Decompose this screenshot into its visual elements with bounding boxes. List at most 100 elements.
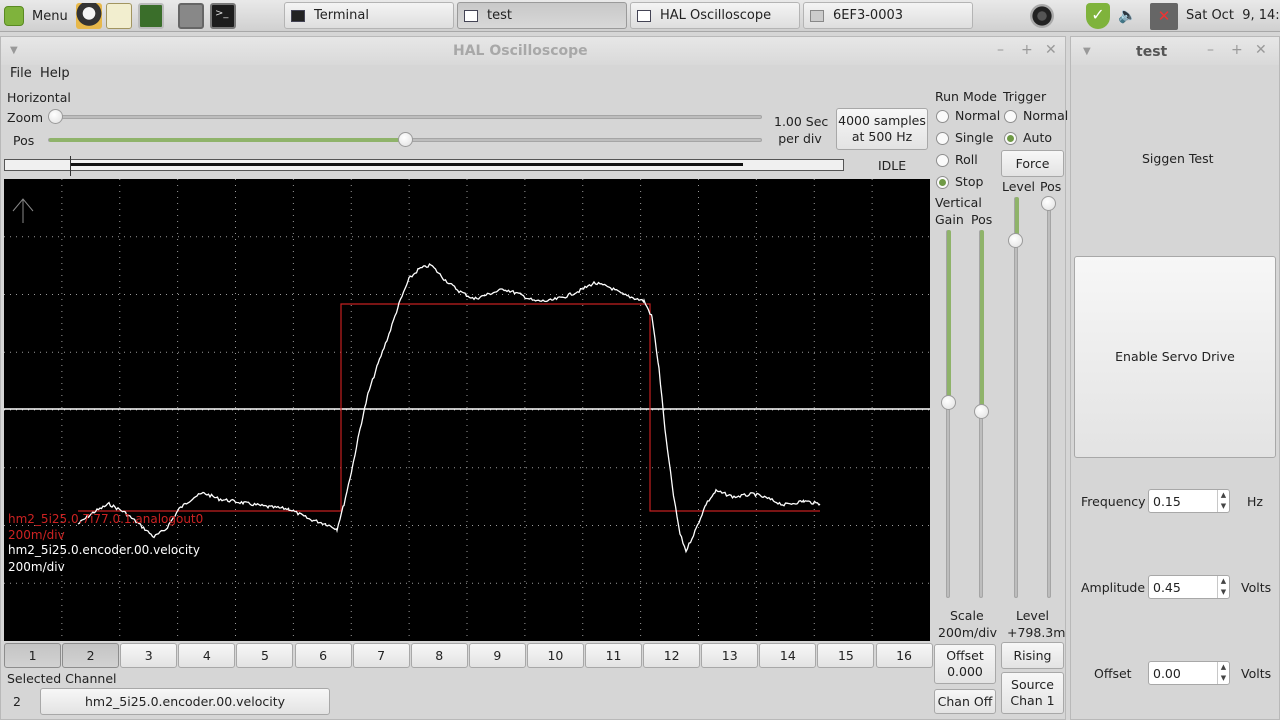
selected-channel-source-button[interactable]: hm2_5i25.0.encoder.00.velocity <box>40 688 330 715</box>
taskbar-window-hal-oscilloscope[interactable]: HAL Oscilloscope <box>630 2 800 29</box>
menu-help[interactable]: Help <box>40 66 70 81</box>
channel-12-button[interactable]: 12 <box>643 643 701 668</box>
pos-slider-knob[interactable] <box>397 132 413 147</box>
vertical-pos-slider-knob[interactable] <box>974 404 989 419</box>
amplitude-spinbox[interactable]: 0.45 ▲ ▼ <box>1148 575 1230 599</box>
channel-5-button[interactable]: 5 <box>236 643 294 668</box>
text-editor-launcher-icon[interactable] <box>106 3 132 29</box>
minimize-icon[interactable]: – <box>997 42 1004 58</box>
penguin-launcher-icon[interactable] <box>76 3 102 29</box>
channel-6-button[interactable]: 6 <box>294 643 352 668</box>
channel-2-button[interactable]: 2 <box>62 643 120 668</box>
vertical-gain-slider-knob[interactable] <box>941 395 956 410</box>
spin-arrows-icon[interactable]: ▲ ▼ <box>1217 576 1229 598</box>
run-mode-normal-label[interactable]: Normal <box>955 108 1000 123</box>
volume-icon[interactable]: 🔈 <box>1118 6 1144 26</box>
minimize-icon[interactable]: – <box>1207 42 1214 58</box>
update-manager-icon[interactable]: ✓ <box>1086 3 1110 29</box>
vertical-label: Vertical <box>935 195 982 210</box>
trigger-auto-label[interactable]: Auto <box>1023 130 1052 145</box>
channel-8-button[interactable]: 8 <box>410 643 468 668</box>
channel-1-button[interactable]: 1 <box>4 643 62 668</box>
channel-16-button[interactable]: 16 <box>875 643 933 668</box>
run-mode-single-radio[interactable] <box>936 132 949 145</box>
run-mode-normal-radio[interactable] <box>936 110 949 123</box>
window-menu-icon[interactable]: ▼ <box>1083 46 1091 57</box>
trigger-pos-slider-knob[interactable] <box>1041 196 1056 211</box>
scope-grid <box>4 179 930 641</box>
rate-line2: per div <box>778 131 822 146</box>
trigger-normal-radio[interactable] <box>1004 110 1017 123</box>
network-disconnected-icon[interactable]: ✕ <box>1150 3 1178 30</box>
trigger-level-value: +798.3m <box>1007 625 1066 640</box>
source-line2: Chan 1 <box>1010 693 1055 708</box>
show-desktop-icon[interactable] <box>178 3 204 29</box>
trigger-pos-slider-track[interactable] <box>1047 197 1051 598</box>
window-menu-icon[interactable]: ▼ <box>10 45 18 56</box>
taskbar-window-test[interactable]: test <box>457 2 627 29</box>
trigger-source-button[interactable]: Source Chan 1 <box>1001 672 1064 714</box>
close-icon[interactable]: ✕ <box>1045 42 1057 58</box>
system-monitor-launcher-icon[interactable] <box>138 3 164 29</box>
record-position-bar[interactable] <box>4 156 844 176</box>
scope-plot <box>4 179 930 641</box>
selected-channel-label: Selected Channel <box>7 671 117 686</box>
scope-window-title: HAL Oscilloscope <box>453 43 588 59</box>
taskbar-window-label: Terminal <box>314 8 369 23</box>
offset-button[interactable]: Offset 0.000 <box>934 644 996 684</box>
trigger-level-slider-knob[interactable] <box>1008 233 1023 248</box>
offset-spinbox[interactable]: 0.00 ▲ ▼ <box>1148 661 1230 685</box>
scope-titlebar[interactable]: ▼ HAL Oscilloscope – + ✕ <box>1 37 1065 65</box>
taskbar-window-terminal[interactable]: Terminal <box>284 2 454 29</box>
run-mode-roll-label[interactable]: Roll <box>955 152 978 167</box>
clock[interactable]: Sat Oct 9, 14:59 <box>1186 8 1280 23</box>
channel-15-button[interactable]: 15 <box>817 643 875 668</box>
trace-analogout <box>78 303 820 512</box>
trigger-label: Trigger <box>1003 89 1047 104</box>
channel-3-button[interactable]: 3 <box>120 643 178 668</box>
channel-7-button[interactable]: 7 <box>352 643 410 668</box>
drive-icon <box>810 9 824 22</box>
maximize-icon[interactable]: + <box>1021 42 1033 58</box>
channel-14-button[interactable]: 14 <box>759 643 817 668</box>
channel-9-button[interactable]: 9 <box>468 643 526 668</box>
zoom-slider-knob[interactable] <box>48 109 63 124</box>
frequency-spinbox[interactable]: 0.15 ▲ ▼ <box>1148 489 1230 513</box>
terminal-launcher-icon[interactable]: >_ <box>210 3 236 29</box>
channel-4-button[interactable]: 4 <box>178 643 236 668</box>
channel-11-button[interactable]: 11 <box>585 643 643 668</box>
webcam-tray-icon[interactable] <box>1030 4 1054 28</box>
spin-arrows-icon[interactable]: ▲ ▼ <box>1217 662 1229 684</box>
trigger-normal-label[interactable]: Normal <box>1023 108 1068 123</box>
record-window-indicator <box>71 163 743 166</box>
run-mode-single-label[interactable]: Single <box>955 130 993 145</box>
maximize-icon[interactable]: + <box>1231 42 1243 58</box>
trigger-edge-button[interactable]: Rising <box>1001 642 1064 669</box>
zoom-slider-track[interactable] <box>48 115 762 119</box>
time-per-div: 1.00 Sec per div <box>774 113 828 147</box>
menu-file[interactable]: File <box>10 66 32 81</box>
run-mode-roll-radio[interactable] <box>936 154 949 167</box>
enable-servo-drive-button[interactable]: Enable Servo Drive <box>1074 256 1276 458</box>
taskbar-window-drive[interactable]: 6EF3-0003 <box>803 2 973 29</box>
channel-13-button[interactable]: 13 <box>701 643 759 668</box>
close-icon[interactable]: ✕ <box>1255 42 1267 58</box>
channel-10-button[interactable]: 10 <box>526 643 584 668</box>
trigger-pos-label: Pos <box>1040 179 1062 194</box>
taskbar-window-label: test <box>487 8 512 23</box>
samples-line1: 4000 samples <box>838 113 926 128</box>
chan-off-button[interactable]: Chan Off <box>934 689 996 714</box>
force-trigger-button[interactable]: Force <box>1001 150 1064 177</box>
test-titlebar[interactable]: ▼ test – + ✕ <box>1071 37 1279 65</box>
spin-arrows-icon[interactable]: ▲ ▼ <box>1217 490 1229 512</box>
trigger-level-slider-track[interactable] <box>1014 197 1018 598</box>
scope-display[interactable]: hm2_5i25.0.7i77.0.1.analogout0 200m/div … <box>4 179 930 641</box>
mint-menu-button[interactable]: Menu <box>4 4 72 28</box>
window-icon <box>464 9 478 22</box>
selected-channel-number: 2 <box>13 694 21 709</box>
trigger-auto-radio[interactable] <box>1004 132 1017 145</box>
samples-button[interactable]: 4000 samples at 500 Hz <box>836 108 928 150</box>
run-mode-stop-radio[interactable] <box>936 176 949 189</box>
zoom-label: Zoom <box>7 110 44 125</box>
run-mode-stop-label[interactable]: Stop <box>955 174 983 189</box>
